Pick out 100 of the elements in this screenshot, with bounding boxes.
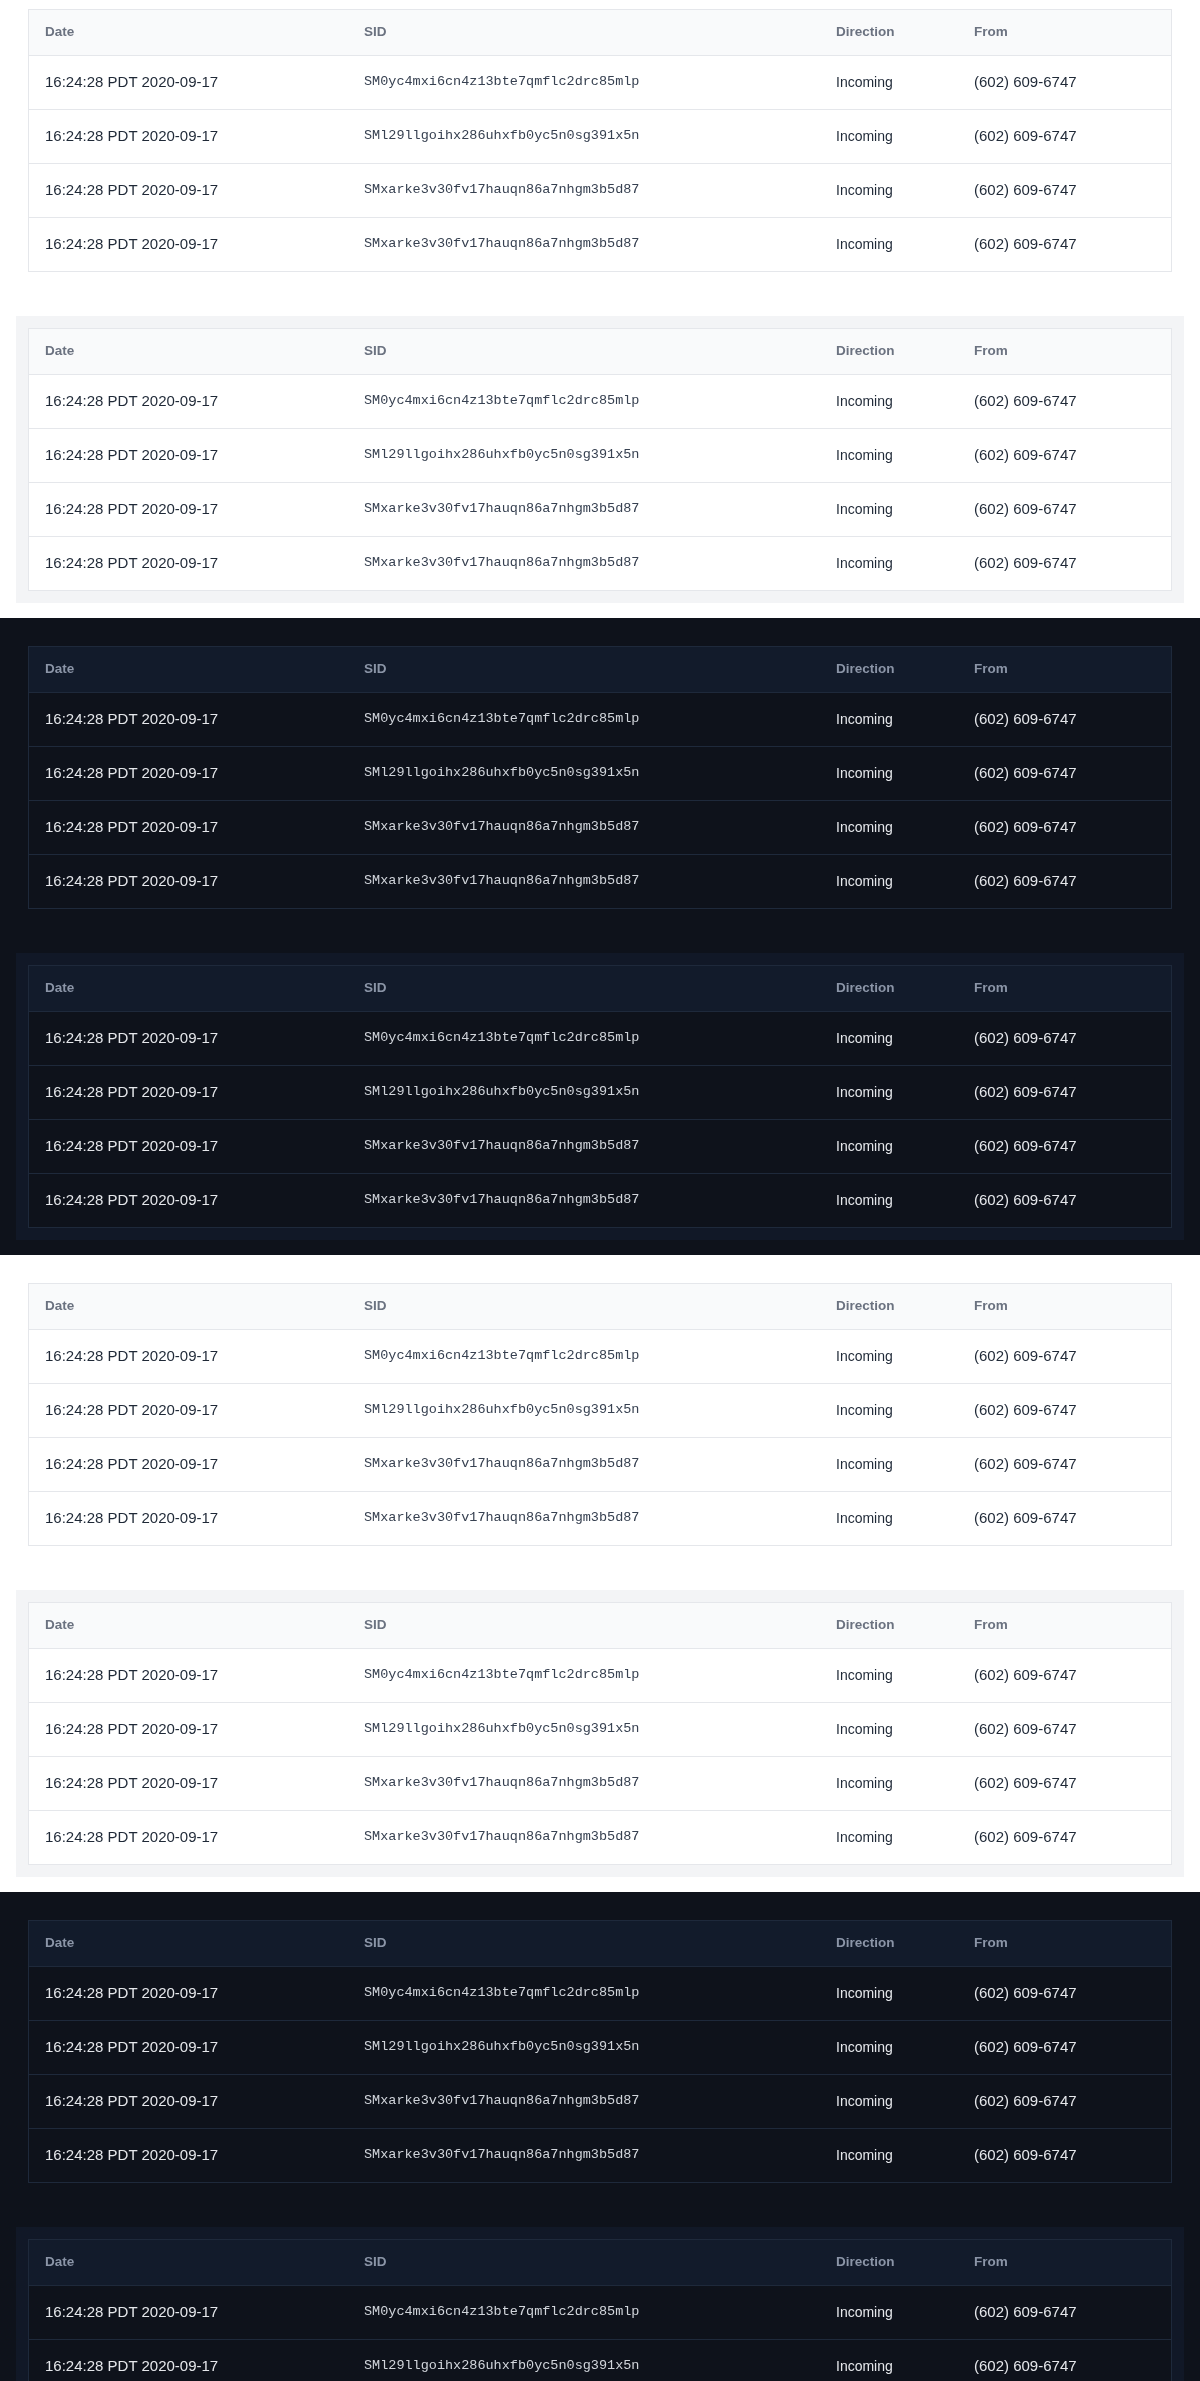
table-cell-text: (602) 609-6747 [973,1190,1078,1211]
table-cell-text: 16:24:28 PDT 2020-09-17 [44,871,220,892]
column-header: Date [44,2253,76,2272]
table-cell-text: (602) 609-6747 [973,1346,1078,1367]
column-header: Direction [835,1616,896,1635]
column-header: SID [363,342,388,361]
table-cell-text: 16:24:28 PDT 2020-09-17 [44,2037,220,2058]
table-cell-text: (602) 609-6747 [973,445,1078,466]
table-cell-text: (602) 609-6747 [973,180,1078,201]
table-cell-text: (602) 609-6747 [973,553,1078,574]
table-cell-text: (602) 609-6747 [973,2145,1078,2166]
table-cell-text: 16:24:28 PDT 2020-09-17 [44,1028,220,1049]
table-cell-text: (602) 609-6747 [973,1719,1078,1740]
table-cell-text: (602) 609-6747 [973,1983,1078,2004]
table-cell-text: Incoming [835,181,894,200]
column-header: Direction [835,979,896,998]
table-cell-text: (602) 609-6747 [973,1082,1078,1103]
table-cell-text: SMxarke3v30fv17hauqn86a7nhgm3b5d87 [363,1191,641,1210]
table-cell-text: Incoming [835,1347,894,1366]
table-cell-text: 16:24:28 PDT 2020-09-17 [44,1719,220,1740]
column-header: From [973,2253,1009,2272]
table-cell-text: 16:24:28 PDT 2020-09-17 [44,72,220,93]
table-cell-text: Incoming [835,1401,894,1420]
table-cell-text: (602) 609-6747 [973,2037,1078,2058]
table-cell-text: (602) 609-6747 [973,391,1078,412]
table-cell-text: SMl29llgoihx286uhxfb0yc5n0sg391x5n [363,2038,641,2057]
table-cell-text: 16:24:28 PDT 2020-09-17 [44,1400,220,1421]
table-cell-text: Incoming [835,235,894,254]
table-cell-text: Incoming [835,392,894,411]
table-cell-text: 16:24:28 PDT 2020-09-17 [44,2091,220,2112]
table-cell-text: SMxarke3v30fv17hauqn86a7nhgm3b5d87 [363,181,641,200]
table-cell-text: (602) 609-6747 [973,2302,1078,2323]
table-cell-text: 16:24:28 PDT 2020-09-17 [44,2356,220,2377]
table-cell-text: Incoming [835,1083,894,1102]
column-header: SID [363,1616,388,1635]
column-header: Date [44,979,76,998]
column-header: Date [44,342,76,361]
table-cell-text: SMl29llgoihx286uhxfb0yc5n0sg391x5n [363,764,641,783]
table-cell-text: (602) 609-6747 [973,1827,1078,1848]
table-cell-text: SMxarke3v30fv17hauqn86a7nhgm3b5d87 [363,818,641,837]
table-cell-text: 16:24:28 PDT 2020-09-17 [44,763,220,784]
table-cell-text: 16:24:28 PDT 2020-09-17 [44,1082,220,1103]
table-cell-text: SMxarke3v30fv17hauqn86a7nhgm3b5d87 [363,1137,641,1156]
table-cell-text: SMxarke3v30fv17hauqn86a7nhgm3b5d87 [363,872,641,891]
table-cell-text: (602) 609-6747 [973,709,1078,730]
table-cell-text: Incoming [835,554,894,573]
table-cell-text: Incoming [835,2146,894,2165]
table-cell-text: 16:24:28 PDT 2020-09-17 [44,1983,220,2004]
table-cell-text: 16:24:28 PDT 2020-09-17 [44,391,220,412]
table-cell-text: 16:24:28 PDT 2020-09-17 [44,499,220,520]
column-header: From [973,1616,1009,1635]
table-cell-text: SMxarke3v30fv17hauqn86a7nhgm3b5d87 [363,1828,641,1847]
table-cell-text: SMxarke3v30fv17hauqn86a7nhgm3b5d87 [363,1509,641,1528]
table-cell-text: 16:24:28 PDT 2020-09-17 [44,1136,220,1157]
table-cell-text: (602) 609-6747 [973,763,1078,784]
table-cell-text: (602) 609-6747 [973,1028,1078,1049]
column-header: Direction [835,1297,896,1316]
column-header: From [973,342,1009,361]
table-cell-text: (602) 609-6747 [973,817,1078,838]
table-cell-text: SM0yc4mxi6cn4z13bte7qmflc2drc85mlp [363,710,641,729]
table-cell-text: 16:24:28 PDT 2020-09-17 [44,2145,220,2166]
column-header: Direction [835,1934,896,1953]
table-cell-text: (602) 609-6747 [973,871,1078,892]
table-cell-text: SMxarke3v30fv17hauqn86a7nhgm3b5d87 [363,2092,641,2111]
table-cell-text: Incoming [835,818,894,837]
table-cell-text: Incoming [835,500,894,519]
table-cell-text: Incoming [835,1455,894,1474]
table-cell-text: 16:24:28 PDT 2020-09-17 [44,1773,220,1794]
table-cell-text: 16:24:28 PDT 2020-09-17 [44,1827,220,1848]
table-cell-text: Incoming [835,1509,894,1528]
table-cell-text: Incoming [835,73,894,92]
table-cell-text: Incoming [835,710,894,729]
table-cell-text: Incoming [835,2092,894,2111]
table-cell-text: SMl29llgoihx286uhxfb0yc5n0sg391x5n [363,127,641,146]
table-cell-text: SM0yc4mxi6cn4z13bte7qmflc2drc85mlp [363,1347,641,1366]
column-header: SID [363,1934,388,1953]
table-cell-text: SMl29llgoihx286uhxfb0yc5n0sg391x5n [363,1720,641,1739]
table-cell-text: SMxarke3v30fv17hauqn86a7nhgm3b5d87 [363,554,641,573]
table-cell-text: Incoming [835,1720,894,1739]
table-cell-text: 16:24:28 PDT 2020-09-17 [44,709,220,730]
table-cell-text: (602) 609-6747 [973,1665,1078,1686]
table-cell-text: SM0yc4mxi6cn4z13bte7qmflc2drc85mlp [363,1666,641,1685]
table-cell-text: 16:24:28 PDT 2020-09-17 [44,1346,220,1367]
table-cell-text: SMxarke3v30fv17hauqn86a7nhgm3b5d87 [363,500,641,519]
table-cell-text: Incoming [835,2357,894,2376]
table-cell-text: 16:24:28 PDT 2020-09-17 [44,445,220,466]
table-cell-text: 16:24:28 PDT 2020-09-17 [44,1665,220,1686]
column-header: Direction [835,342,896,361]
table-cell-text: (602) 609-6747 [973,126,1078,147]
column-header: Date [44,1616,76,1635]
table-cell-text: 16:24:28 PDT 2020-09-17 [44,1508,220,1529]
table-cell-text: SMxarke3v30fv17hauqn86a7nhgm3b5d87 [363,1774,641,1793]
table-cell-text: Incoming [835,1029,894,1048]
table-cell-text: (602) 609-6747 [973,1400,1078,1421]
table-cell-text: SMl29llgoihx286uhxfb0yc5n0sg391x5n [363,1083,641,1102]
table-cell-text: Incoming [835,1191,894,1210]
table-cell-text: Incoming [835,764,894,783]
column-header: SID [363,23,388,42]
table-cell-text: 16:24:28 PDT 2020-09-17 [44,817,220,838]
table-cell-text: 16:24:28 PDT 2020-09-17 [44,126,220,147]
